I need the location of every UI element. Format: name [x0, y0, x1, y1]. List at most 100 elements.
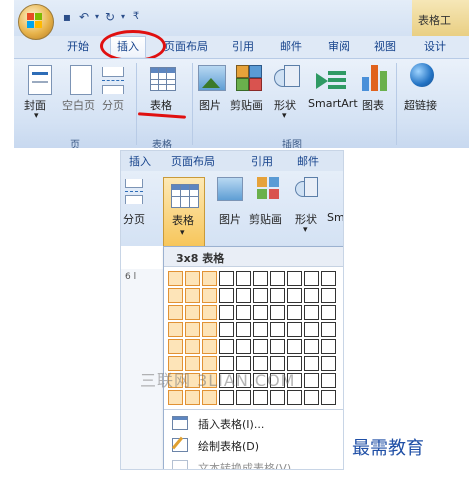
office-button[interactable]	[18, 4, 54, 40]
grid-cell[interactable]	[304, 339, 319, 354]
grid-cell[interactable]	[304, 356, 319, 371]
grid-cell[interactable]	[253, 390, 268, 405]
grid-cell[interactable]	[219, 390, 234, 405]
grid-cell[interactable]	[270, 322, 285, 337]
grid-cell[interactable]	[304, 271, 319, 286]
grid-cell[interactable]	[253, 305, 268, 320]
smartart-button[interactable]: SmartArt	[308, 97, 358, 110]
tab-page-layout[interactable]: 页面布局	[164, 38, 208, 54]
grid-cell[interactable]	[236, 322, 251, 337]
tab-page-layout[interactable]: 页面布局	[171, 153, 215, 169]
grid-cell[interactable]	[185, 390, 200, 405]
grid-cell[interactable]	[270, 390, 285, 405]
chevron-down-icon[interactable]: ▾	[120, 10, 126, 24]
grid-cell[interactable]	[321, 288, 336, 303]
grid-cell[interactable]	[202, 305, 217, 320]
grid-cell[interactable]	[185, 322, 200, 337]
grid-cell[interactable]	[321, 356, 336, 371]
grid-cell[interactable]	[202, 322, 217, 337]
grid-cell[interactable]	[236, 390, 251, 405]
tab-references[interactable]: 引用	[251, 153, 273, 169]
grid-cell[interactable]	[321, 305, 336, 320]
grid-cell[interactable]	[304, 373, 319, 388]
grid-cell[interactable]	[287, 271, 302, 286]
redo-icon[interactable]: ↻	[103, 10, 117, 24]
clip-art-button[interactable]: 剪贴画	[230, 97, 263, 113]
grid-cell[interactable]	[270, 305, 285, 320]
grid-cell[interactable]	[253, 288, 268, 303]
grid-cell[interactable]	[270, 288, 285, 303]
insert-table-menu-item[interactable]: 插入表格(I)...	[164, 413, 343, 433]
tab-review[interactable]: 审阅	[328, 38, 350, 54]
tab-view[interactable]: 视图	[374, 38, 396, 54]
grid-cell[interactable]	[236, 271, 251, 286]
grid-cell[interactable]	[219, 271, 234, 286]
tab-references[interactable]: 引用	[232, 38, 254, 54]
table-button-pressed[interactable]: 表格 ▾	[163, 177, 205, 247]
tab-design[interactable]: 设计	[424, 38, 446, 54]
grid-cell[interactable]	[168, 339, 183, 354]
grid-cell[interactable]	[304, 305, 319, 320]
picture-button[interactable]: 图片	[219, 211, 241, 227]
grid-cell[interactable]	[168, 322, 183, 337]
grid-cell[interactable]	[202, 288, 217, 303]
grid-cell[interactable]	[185, 271, 200, 286]
hyperlink-button[interactable]: 超链接	[404, 97, 437, 113]
grid-cell[interactable]	[321, 390, 336, 405]
grid-cell[interactable]	[202, 390, 217, 405]
chart-button[interactable]: 图表	[362, 97, 384, 113]
grid-cell[interactable]	[270, 339, 285, 354]
grid-cell[interactable]	[236, 305, 251, 320]
page-break-button[interactable]: 分页	[102, 97, 124, 113]
grid-cell[interactable]	[202, 271, 217, 286]
table-tools-context-tab[interactable]: 表格工	[412, 0, 469, 36]
grid-cell[interactable]	[253, 339, 268, 354]
grid-cell[interactable]	[253, 271, 268, 286]
grid-cell[interactable]	[185, 288, 200, 303]
grid-cell[interactable]	[168, 305, 183, 320]
convert-text-menu-item[interactable]: 文本转换成表格(V)...	[164, 457, 343, 469]
grid-cell[interactable]	[304, 322, 319, 337]
grid-cell[interactable]	[287, 305, 302, 320]
grid-cell[interactable]	[168, 271, 183, 286]
customize-qat-icon[interactable]: ₹	[129, 10, 143, 24]
grid-cell[interactable]	[219, 305, 234, 320]
page-break-icon	[102, 67, 124, 94]
tab-mailings[interactable]: 邮件	[297, 153, 319, 169]
grid-cell[interactable]	[185, 339, 200, 354]
grid-cell[interactable]	[287, 390, 302, 405]
grid-cell[interactable]	[219, 288, 234, 303]
grid-cell[interactable]	[219, 322, 234, 337]
grid-cell[interactable]	[185, 305, 200, 320]
grid-cell[interactable]	[304, 390, 319, 405]
grid-cell[interactable]	[287, 339, 302, 354]
page-break-button[interactable]: 分页	[123, 211, 145, 227]
grid-cell[interactable]	[219, 339, 234, 354]
smartart-button-cut[interactable]: Sm	[327, 211, 343, 224]
chevron-down-icon[interactable]: ▾	[94, 10, 100, 24]
grid-cell[interactable]	[202, 339, 217, 354]
tab-home[interactable]: 开始	[67, 38, 89, 54]
grid-cell[interactable]	[321, 339, 336, 354]
grid-cell[interactable]	[287, 322, 302, 337]
grid-cell[interactable]	[321, 322, 336, 337]
table-button[interactable]: 表格	[150, 97, 172, 113]
grid-cell[interactable]	[270, 271, 285, 286]
draw-table-menu-item[interactable]: 绘制表格(D)	[164, 435, 343, 455]
grid-cell[interactable]	[168, 288, 183, 303]
tab-insert[interactable]: 插入	[129, 153, 151, 169]
grid-cell[interactable]	[168, 390, 183, 405]
grid-cell[interactable]	[287, 288, 302, 303]
clip-art-button[interactable]: 剪贴画	[249, 211, 282, 227]
grid-cell[interactable]	[253, 322, 268, 337]
grid-cell[interactable]	[236, 288, 251, 303]
tab-mailings[interactable]: 邮件	[280, 38, 302, 54]
save-icon[interactable]: ▪	[60, 10, 74, 24]
grid-cell[interactable]	[321, 373, 336, 388]
grid-cell[interactable]	[236, 339, 251, 354]
blank-page-button[interactable]: 空白页	[62, 97, 95, 113]
grid-cell[interactable]	[304, 288, 319, 303]
grid-cell[interactable]	[321, 271, 336, 286]
undo-icon[interactable]: ↶	[77, 10, 91, 24]
picture-button[interactable]: 图片	[199, 97, 221, 113]
